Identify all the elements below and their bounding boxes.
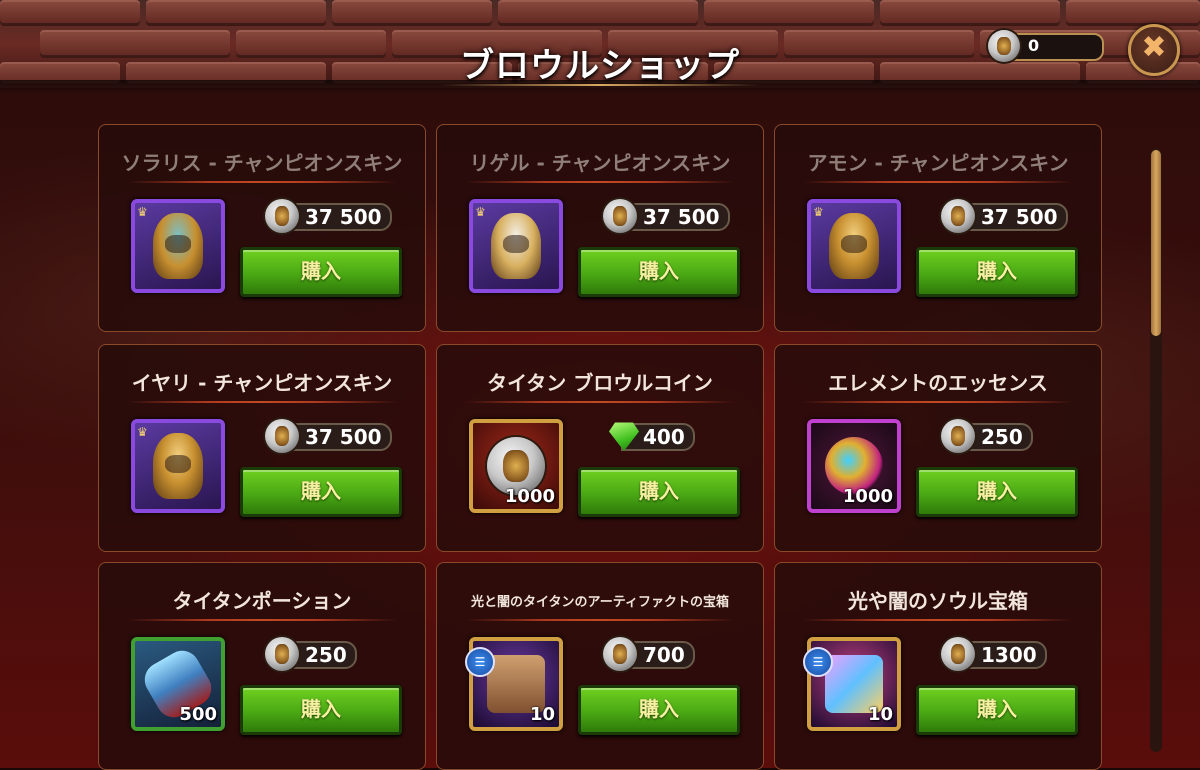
brawl-coin-icon: [265, 419, 299, 453]
card-separator: [803, 401, 1073, 403]
buy-button[interactable]: 購入: [240, 247, 402, 297]
champion-skin-portrait[interactable]: ♛: [469, 199, 563, 293]
shop-card: アモン - チャンピオンスキン ♛ 37 500 購入: [774, 124, 1102, 332]
shop-card: ソラリス - チャンピオンスキン ♛ 37 500 購入: [98, 124, 426, 332]
brawl-coin-icon: [941, 199, 975, 233]
scrollbar-thumb[interactable]: [1151, 150, 1161, 336]
hero-portrait: [153, 433, 203, 499]
crown-icon: ♛: [137, 205, 148, 219]
card-separator: [465, 181, 735, 183]
champion-skin-portrait[interactable]: ♛: [807, 199, 901, 293]
title-underline: [440, 84, 760, 86]
hero-portrait: [491, 213, 541, 279]
item-quantity: 1000: [842, 486, 893, 507]
item-quantity: 10: [867, 704, 893, 725]
titan-potion-item[interactable]: 500: [131, 637, 225, 731]
buy-button[interactable]: 購入: [916, 467, 1078, 517]
card-separator: [127, 181, 397, 183]
card-separator: [465, 401, 735, 403]
crown-icon: ♛: [137, 425, 148, 439]
currency-value: 0: [1028, 36, 1040, 55]
close-icon: ✖: [1141, 30, 1167, 65]
buy-button[interactable]: 購入: [916, 685, 1078, 735]
card-title: ソラリス - チャンピオンスキン: [121, 151, 403, 175]
brawl-coin-icon: [941, 637, 975, 671]
scrollbar[interactable]: [1150, 148, 1162, 752]
price-value: 37 500: [283, 423, 392, 451]
titan-brawl-coin-item[interactable]: 1000: [469, 419, 563, 513]
close-button[interactable]: ✖: [1128, 24, 1180, 76]
hero-portrait: [829, 213, 879, 279]
buy-button[interactable]: 購入: [578, 247, 740, 297]
item-quantity: 1000: [504, 486, 555, 507]
crown-icon: ♛: [813, 205, 824, 219]
list-info-icon[interactable]: ☰: [803, 647, 833, 677]
elemental-essence-item[interactable]: 1000: [807, 419, 901, 513]
currency-display: 0: [988, 30, 1104, 62]
buy-button[interactable]: 購入: [578, 467, 740, 517]
item-quantity: 500: [179, 704, 217, 725]
price-value: 37 500: [621, 203, 730, 231]
card-separator: [803, 181, 1073, 183]
brawl-coin-icon: [265, 199, 299, 233]
item-quantity: 10: [529, 704, 555, 725]
buy-button[interactable]: 購入: [240, 467, 402, 517]
brawl-coin-icon: [941, 419, 975, 453]
shop-card: 光や闇のソウル宝箱 ☰ 10 1300 購入: [774, 562, 1102, 770]
list-info-icon[interactable]: ☰: [465, 647, 495, 677]
shop-card: リゲル - チャンピオンスキン ♛ 37 500 購入: [436, 124, 764, 332]
card-title: イヤリ - チャンピオンスキン: [131, 371, 393, 395]
card-title: リゲル - チャンピオンスキン: [469, 151, 731, 175]
shop-card: エレメントのエッセンス 1000 250 購入: [774, 344, 1102, 552]
card-separator: [465, 619, 735, 621]
card-title: タイタンポーション: [172, 589, 352, 613]
crown-icon: ♛: [475, 205, 486, 219]
card-separator: [127, 619, 397, 621]
price-value: 37 500: [959, 203, 1068, 231]
brawl-coin-icon: [988, 30, 1020, 62]
card-separator: [803, 619, 1073, 621]
buy-button[interactable]: 購入: [578, 685, 740, 735]
card-title: アモン - チャンピオンスキン: [807, 151, 1069, 175]
buy-button[interactable]: 購入: [916, 247, 1078, 297]
brawl-coin-icon: [603, 637, 637, 671]
shop-card: タイタン ブロウルコイン 1000 400 購入: [436, 344, 764, 552]
card-separator: [127, 401, 397, 403]
card-title: タイタン ブロウルコイン: [487, 371, 713, 395]
card-title: 光や闇のソウル宝箱: [848, 589, 1028, 613]
shop-card: タイタンポーション 500 250 購入: [98, 562, 426, 770]
card-title: エレメントのエッセンス: [828, 371, 1048, 395]
hero-portrait: [153, 213, 203, 279]
price-value: 37 500: [283, 203, 392, 231]
buy-button[interactable]: 購入: [240, 685, 402, 735]
shop-card: 光と闇のタイタンのアーティファクトの宝箱 ☰ 10 700 購入: [436, 562, 764, 770]
champion-skin-portrait[interactable]: ♛: [131, 419, 225, 513]
brawl-coin-icon: [265, 637, 299, 671]
shop-card: イヤリ - チャンピオンスキン ♛ 37 500 購入: [98, 344, 426, 552]
champion-skin-portrait[interactable]: ♛: [131, 199, 225, 293]
shop-grid[interactable]: ソラリス - チャンピオンスキン ♛ 37 500 購入 リゲル - チャンピオ…: [96, 124, 1140, 770]
brawl-coin-icon: [603, 199, 637, 233]
card-title: 光と闇のタイタンのアーティファクトの宝箱: [471, 595, 729, 610]
